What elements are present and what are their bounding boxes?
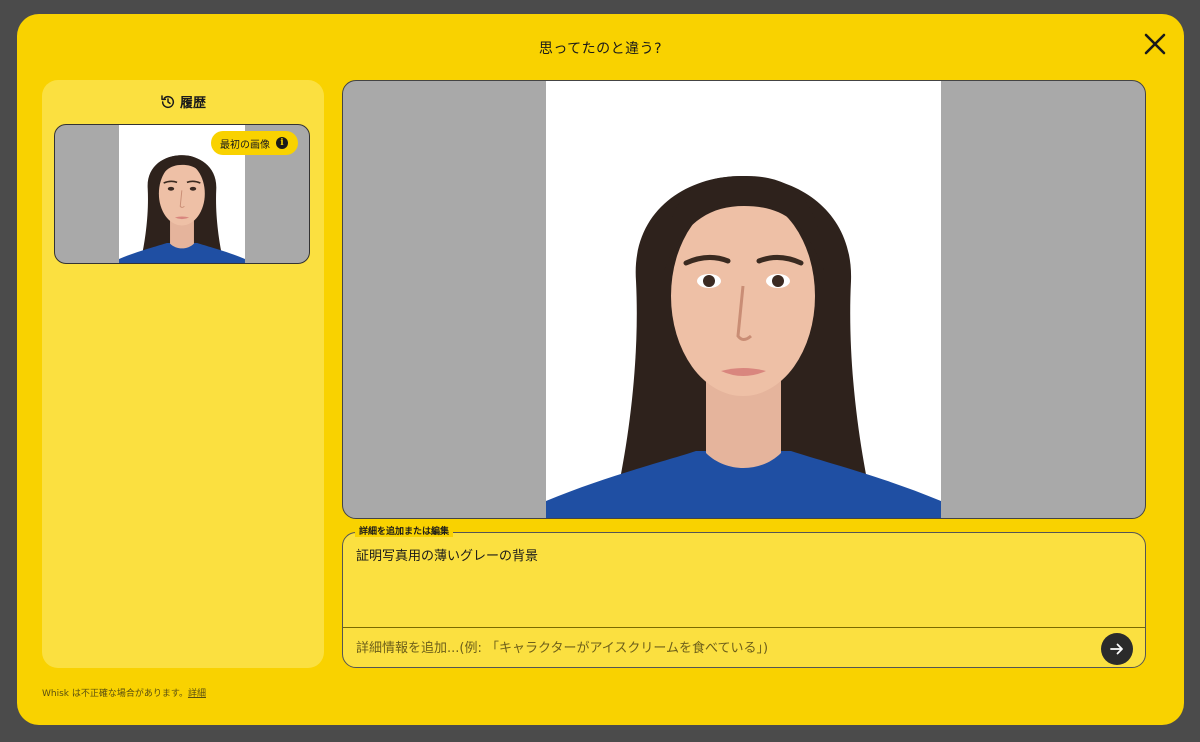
close-button[interactable] <box>1142 31 1168 57</box>
history-header: 履歴 <box>42 92 324 111</box>
current-prompt-text[interactable]: 証明写真用の薄いグレーの背景 <box>356 545 538 564</box>
detail-input[interactable] <box>356 637 1076 659</box>
details-link[interactable]: 詳細 <box>188 689 206 699</box>
portrait-image <box>546 81 941 518</box>
preview-image <box>546 81 941 518</box>
history-item[interactable]: 最初の画像 i <box>54 124 310 264</box>
refine-modal: 思ってたのと違う? 履歴 最初の画像 i 詳細を追加または編集 証明写真用の薄い… <box>17 14 1184 725</box>
edit-box-label: 詳細を追加または編集 <box>355 524 454 537</box>
disclaimer: Whisk は不正確な場合があります。詳細 <box>42 686 206 699</box>
first-image-badge: 最初の画像 i <box>211 131 298 155</box>
divider <box>343 627 1145 628</box>
submit-button[interactable] <box>1101 633 1133 665</box>
history-panel: 履歴 最初の画像 i <box>42 80 324 668</box>
close-icon <box>1144 33 1166 55</box>
disclaimer-text: Whisk は不正確な場合があります。 <box>42 689 188 699</box>
info-icon[interactable]: i <box>276 137 288 149</box>
history-icon <box>161 94 175 108</box>
image-preview <box>342 80 1146 519</box>
edit-prompt-box: 詳細を追加または編集 証明写真用の薄いグレーの背景 <box>342 524 1146 668</box>
first-image-label: 最初の画像 <box>220 139 270 151</box>
modal-title: 思ってたのと違う? <box>538 41 663 57</box>
arrow-right-icon <box>1110 643 1123 655</box>
history-title: 履歴 <box>179 96 206 111</box>
